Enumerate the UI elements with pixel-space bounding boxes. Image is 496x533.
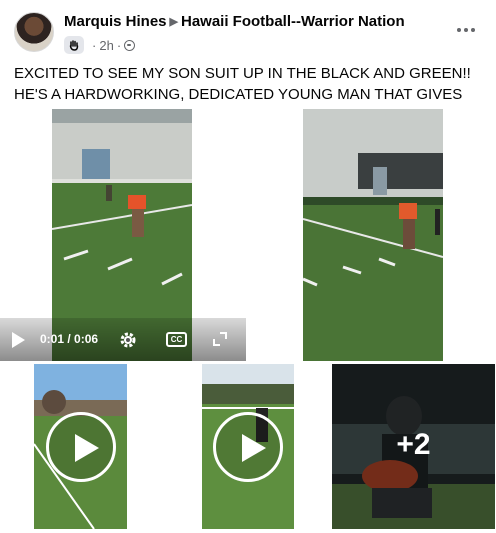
chevron-right-icon: ▶ — [169, 16, 178, 28]
globe-icon — [124, 39, 136, 51]
video-time: 0:01 / 0:06 — [40, 332, 99, 346]
play-icon[interactable] — [12, 332, 25, 348]
video-controls: 0:01 / 0:06 CC — [0, 318, 246, 361]
video-thumbnail-3[interactable] — [34, 364, 127, 529]
video-thumbnail-2[interactable] — [303, 109, 443, 361]
play-button[interactable] — [45, 411, 116, 482]
post-meta: · 2h · — [64, 36, 136, 54]
separator-dot: · — [116, 37, 122, 53]
gear-icon[interactable] — [118, 330, 138, 350]
hand-wave-icon — [64, 36, 84, 54]
more-options-icon[interactable] — [454, 20, 478, 40]
more-count: +2 — [396, 428, 431, 461]
video-thumbnail-4[interactable] — [202, 364, 294, 529]
author-avatar[interactable] — [14, 12, 54, 52]
fullscreen-icon[interactable] — [211, 330, 229, 348]
video-gallery: 0:01 / 0:06 CC — [0, 109, 496, 361]
photo-thumbnail-more[interactable]: +2 — [332, 364, 495, 529]
post-time[interactable]: 2h — [99, 38, 113, 53]
separator-dot: · — [92, 37, 97, 53]
play-button[interactable] — [213, 411, 283, 482]
captions-button[interactable]: CC — [166, 332, 187, 347]
post-header: Marquis Hines ▶ Hawaii Football--Warrior N… — [14, 12, 486, 56]
group-name[interactable]: Hawaii Football--Warrior Nation — [181, 13, 405, 30]
author-name[interactable]: Marquis Hines — [64, 13, 167, 30]
post-title-line: Marquis Hines ▶ Hawaii Football--Warrior N… — [64, 13, 405, 30]
